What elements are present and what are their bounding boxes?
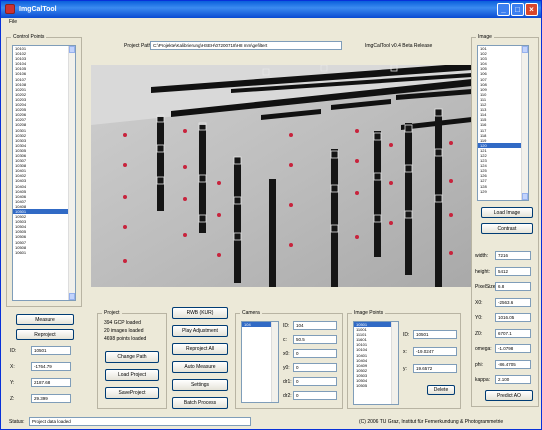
point-field-input[interactable]: 29.399 [31,394,71,403]
load-image-button[interactable]: Load Image [481,207,533,218]
settings-button[interactable]: Settings [172,379,228,391]
point-field-label: Z: [10,396,15,402]
point-field-input[interactable]: -1764.79 [31,362,71,371]
control-points-scrollbar[interactable] [68,46,75,300]
image-list-scrollbar[interactable] [521,46,528,200]
camera-field-label: y0: [283,365,290,371]
camera-field-input[interactable]: 50.5 [293,335,337,344]
image-list[interactable]: 101 102 103 104 105 106 107 108 109 110 111 112 113 1… [477,45,529,201]
maximize-icon[interactable]: □ [511,3,524,16]
predict-ao-button[interactable]: Predict AO [485,390,533,401]
image-points-scrollbar[interactable] [391,322,398,404]
menu-file[interactable]: File [9,19,17,25]
minimize-icon[interactable]: _ [497,3,510,16]
camera-field-input[interactable]: 0 [293,377,337,386]
app-icon [5,4,15,14]
contrast-button[interactable]: Contrast [481,223,533,234]
image-points-title: Image Points [352,310,386,316]
camera-field-label: dr2: [283,393,292,399]
point-field-label: Y: [10,380,15,386]
image-point-field-input[interactable]: 19.6572 [413,364,457,373]
window-title: ImgCalTool [19,6,57,13]
param-input[interactable]: 7216 [495,251,531,260]
param-label: kappa: [475,377,491,383]
measure-button[interactable]: Measure [16,314,74,325]
title-bar: ImgCalTool _ □ × [1,1,541,18]
load-project-button[interactable]: Load Project [105,369,159,381]
camera-list[interactable]: 104 [241,321,279,403]
param-label: phi: [475,361,484,368]
version-label: ImgCalTool v0.4 Beta Release [365,43,433,49]
param-label: PixelSize: [475,284,497,290]
project-images-status: 20 images loaded [104,328,144,334]
param-input[interactable]: 6707.1 [495,328,531,338]
param-input[interactable]: -2563.6 [495,297,531,307]
auto-measure-button[interactable]: Auto Measure [172,361,228,373]
app-window: ImgCalTool _ □ × File Control Points 101… [0,0,542,430]
camera-field-input[interactable]: 0 [293,349,337,358]
reproject-button[interactable]: Reproject [16,329,74,340]
save-project-button[interactable]: SaveProject [105,387,159,399]
project-title: Project [102,310,122,316]
param-input[interactable]: 6.8 [495,282,531,291]
point-field-label: ID: [10,348,17,354]
control-point-item[interactable]: 10601 [13,250,75,255]
status-label: Status: [9,419,25,425]
image-points-list[interactable]: 10501 11001 11101 11601 10101 10104 10401 10404… [353,321,399,405]
image-point-field-input[interactable]: -19.0247 [413,347,457,356]
camera-field-input[interactable]: 0 [293,363,337,372]
image-point-field-label: y: [403,366,407,372]
point-field-label: X: [10,364,15,370]
control-points-title: Control Points [11,34,47,40]
image-point-field-label: x: [403,349,407,355]
point-field-input[interactable]: 10501 [31,346,71,355]
camera-field-label: c: [283,337,287,343]
menu-bar: File [1,18,541,27]
image-point-field-label: ID: [403,332,410,338]
close-icon[interactable]: × [525,3,538,16]
camera-title: Camera [240,310,262,316]
param-input[interactable]: -86.4705 [495,359,531,369]
camera-field-input[interactable]: 104 [293,321,337,330]
param-input[interactable]: -1.0798 [495,344,531,353]
image-view[interactable] [91,65,472,287]
calibration-image[interactable] [91,65,472,287]
delete-button[interactable]: Delete [427,385,455,395]
scroll-down-icon[interactable] [69,293,75,300]
param-label: Y0: [475,315,483,321]
project-path-label: Project Path: [124,43,153,49]
copyright-text: (C) 2006 TU Graz, Institut für Fernerkun… [359,419,504,425]
param-label: height: [475,268,491,275]
image-point-field-input[interactable]: 10501 [413,330,457,339]
project-path-input[interactable]: C:\Projekte\Kalibrierung\HSEH\07200718\H… [150,41,342,50]
scroll-up-icon[interactable] [69,46,75,53]
param-label: X0: [475,299,483,306]
param-label: Z0: [475,330,483,337]
camera-field-label: ID: [283,323,290,329]
rwb-button[interactable]: RWB (KUR) [172,307,228,319]
image-group-title: Image [476,34,494,40]
status-field: Project data loaded [29,417,251,426]
param-input[interactable]: 1016.05 [495,313,531,322]
param-input[interactable]: 2.100 [495,375,531,384]
project-points-status: 4698 points loaded [104,336,147,342]
param-input[interactable]: 5412 [495,266,531,276]
camera-field-label: dr1: [283,379,292,385]
camera-list-scrollbar[interactable] [271,322,278,402]
change-path-button[interactable]: Change Path [105,351,159,363]
scroll-up-icon[interactable] [522,46,528,53]
param-label: omega: [475,346,492,352]
play-adjustment-button[interactable]: Play Adjustment [172,325,228,337]
point-field-input[interactable]: 2187.68 [31,378,71,387]
control-points-list[interactable]: 10101 10102 10103 10104 10105 10106 10107 10108… [12,45,76,301]
camera-field-label: x0: [283,351,290,357]
reproject-all-button[interactable]: Reproject All [172,343,228,355]
project-gcp-status: 394 GCP loaded [104,320,141,326]
scroll-down-icon[interactable] [522,193,528,200]
camera-field-input[interactable]: 0 [293,391,337,400]
batch-process-button[interactable]: Batch Process [172,397,228,409]
param-label: width: [475,253,489,259]
